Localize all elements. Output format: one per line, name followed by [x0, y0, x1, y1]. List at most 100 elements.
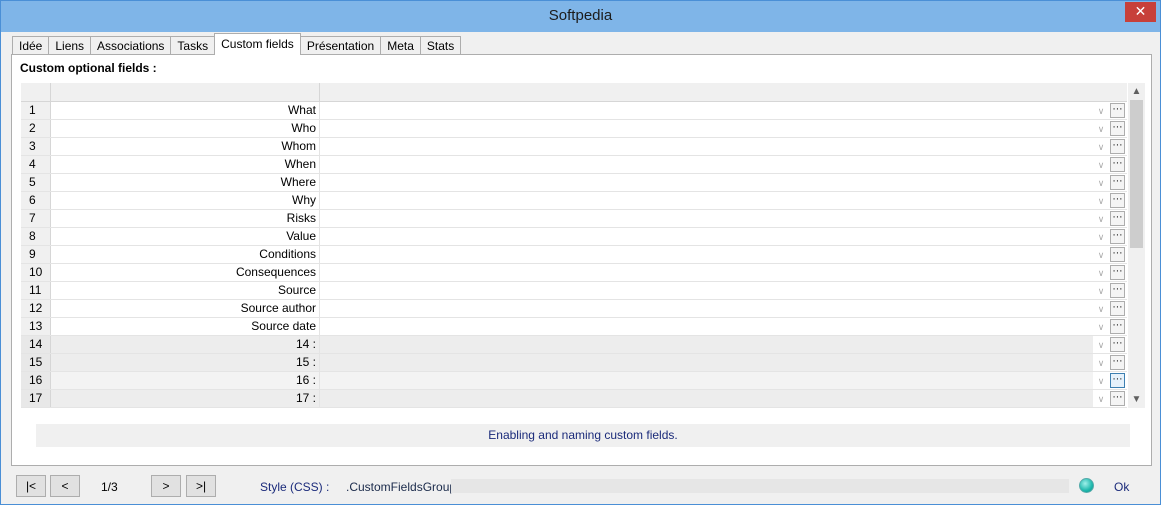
- field-value-cell[interactable]: [320, 228, 1093, 245]
- ellipsis-button[interactable]: ⋯: [1110, 301, 1125, 316]
- table-row[interactable]: 14 14 : ∨ ⋯: [21, 336, 1127, 354]
- table-row[interactable]: 5 Where ∨ ⋯: [21, 174, 1127, 192]
- vertical-scrollbar[interactable]: ▲ ▼: [1128, 83, 1145, 408]
- chevron-down-icon[interactable]: ▼: [1128, 391, 1145, 408]
- table-row[interactable]: 6 Why ∨ ⋯: [21, 192, 1127, 210]
- row-number[interactable]: 6: [21, 192, 51, 209]
- field-name-cell[interactable]: Why: [51, 192, 320, 209]
- tab-associations[interactable]: Associations: [90, 36, 172, 55]
- ellipsis-button[interactable]: ⋯: [1110, 319, 1125, 334]
- chevron-down-icon[interactable]: ∨: [1093, 157, 1109, 173]
- field-value-cell[interactable]: [320, 192, 1093, 209]
- table-row[interactable]: 8 Value ∨ ⋯: [21, 228, 1127, 246]
- ellipsis-button[interactable]: ⋯: [1110, 211, 1125, 226]
- field-value-cell[interactable]: [320, 264, 1093, 281]
- first-page-button[interactable]: |<: [16, 475, 46, 497]
- header-cell-name[interactable]: [51, 83, 320, 102]
- tab-stats[interactable]: Stats: [419, 36, 462, 55]
- row-number[interactable]: 10: [21, 264, 51, 281]
- close-button[interactable]: ✕: [1125, 2, 1156, 22]
- ellipsis-button[interactable]: ⋯: [1110, 193, 1125, 208]
- chevron-down-icon[interactable]: ∨: [1093, 265, 1109, 281]
- table-row[interactable]: 2 Who ∨ ⋯: [21, 120, 1127, 138]
- field-value-cell[interactable]: [320, 318, 1093, 335]
- row-number[interactable]: 1: [21, 102, 51, 119]
- chevron-down-icon[interactable]: ∨: [1093, 373, 1109, 389]
- field-value-cell[interactable]: [320, 336, 1093, 353]
- chevron-down-icon[interactable]: ∨: [1093, 355, 1109, 371]
- table-row[interactable]: 9 Conditions ∨ ⋯: [21, 246, 1127, 264]
- ellipsis-button[interactable]: ⋯: [1110, 355, 1125, 370]
- field-name-cell[interactable]: Value: [51, 228, 320, 245]
- tab-idee[interactable]: Idée: [12, 36, 50, 55]
- field-name-cell[interactable]: Whom: [51, 138, 320, 155]
- ellipsis-button[interactable]: ⋯: [1110, 391, 1125, 406]
- tab-meta[interactable]: Meta: [380, 36, 421, 55]
- table-row[interactable]: 3 Whom ∨ ⋯: [21, 138, 1127, 156]
- table-row[interactable]: 16 16 : ∨ ⋯: [21, 372, 1127, 390]
- chevron-down-icon[interactable]: ∨: [1093, 301, 1109, 317]
- style-css-value[interactable]: .CustomFieldsGroup: [346, 480, 456, 494]
- table-row[interactable]: 11 Source ∨ ⋯: [21, 282, 1127, 300]
- chevron-down-icon[interactable]: ∨: [1093, 121, 1109, 137]
- row-number[interactable]: 17: [21, 390, 51, 407]
- chevron-down-icon[interactable]: ∨: [1093, 229, 1109, 245]
- field-name-cell[interactable]: Who: [51, 120, 320, 137]
- row-number[interactable]: 14: [21, 336, 51, 353]
- field-value-cell[interactable]: [320, 174, 1093, 191]
- prev-page-button[interactable]: <: [50, 475, 80, 497]
- tab-tasks[interactable]: Tasks: [170, 36, 216, 55]
- ellipsis-button[interactable]: ⋯: [1110, 283, 1125, 298]
- ellipsis-button[interactable]: ⋯: [1110, 103, 1125, 118]
- row-number[interactable]: 7: [21, 210, 51, 227]
- ellipsis-button[interactable]: ⋯: [1110, 265, 1125, 280]
- table-row[interactable]: 4 When ∨ ⋯: [21, 156, 1127, 174]
- chevron-down-icon[interactable]: ∨: [1093, 319, 1109, 335]
- field-value-cell[interactable]: [320, 282, 1093, 299]
- chevron-down-icon[interactable]: ∨: [1093, 103, 1109, 119]
- ellipsis-button[interactable]: ⋯: [1110, 373, 1125, 388]
- table-row[interactable]: 15 15 : ∨ ⋯: [21, 354, 1127, 372]
- row-number[interactable]: 12: [21, 300, 51, 317]
- chevron-down-icon[interactable]: ∨: [1093, 193, 1109, 209]
- chevron-down-icon[interactable]: ∨: [1093, 337, 1109, 353]
- chevron-down-icon[interactable]: ∨: [1093, 139, 1109, 155]
- chevron-down-icon[interactable]: ∨: [1093, 283, 1109, 299]
- tab-presentation[interactable]: Présentation: [299, 36, 382, 55]
- field-value-cell[interactable]: [320, 156, 1093, 173]
- row-number[interactable]: 15: [21, 354, 51, 371]
- field-value-cell[interactable]: [320, 372, 1093, 389]
- field-value-cell[interactable]: [320, 390, 1093, 407]
- field-name-cell[interactable]: When: [51, 156, 320, 173]
- row-number[interactable]: 11: [21, 282, 51, 299]
- scroll-thumb[interactable]: [1130, 100, 1143, 248]
- table-row[interactable]: 12 Source author ∨ ⋯: [21, 300, 1127, 318]
- row-number[interactable]: 8: [21, 228, 51, 245]
- chevron-down-icon[interactable]: ∨: [1093, 175, 1109, 191]
- field-value-cell[interactable]: [320, 138, 1093, 155]
- table-row[interactable]: 13 Source date ∨ ⋯: [21, 318, 1127, 336]
- field-name-cell[interactable]: Source author: [51, 300, 320, 317]
- field-value-cell[interactable]: [320, 102, 1093, 119]
- field-name-cell[interactable]: Source date: [51, 318, 320, 335]
- field-name-cell[interactable]: Conditions: [51, 246, 320, 263]
- field-value-cell[interactable]: [320, 354, 1093, 371]
- chevron-down-icon[interactable]: ∨: [1093, 211, 1109, 227]
- ellipsis-button[interactable]: ⋯: [1110, 175, 1125, 190]
- tab-custom-fields[interactable]: Custom fields: [214, 33, 301, 55]
- field-value-cell[interactable]: [320, 246, 1093, 263]
- header-cell-value[interactable]: [320, 83, 1127, 102]
- row-number[interactable]: 3: [21, 138, 51, 155]
- field-value-cell[interactable]: [320, 300, 1093, 317]
- ellipsis-button[interactable]: ⋯: [1110, 247, 1125, 262]
- table-row[interactable]: 10 Consequences ∨ ⋯: [21, 264, 1127, 282]
- last-page-button[interactable]: >|: [186, 475, 216, 497]
- table-row[interactable]: 7 Risks ∨ ⋯: [21, 210, 1127, 228]
- ellipsis-button[interactable]: ⋯: [1110, 229, 1125, 244]
- field-name-cell[interactable]: Consequences: [51, 264, 320, 281]
- row-number[interactable]: 2: [21, 120, 51, 137]
- ellipsis-button[interactable]: ⋯: [1110, 121, 1125, 136]
- table-row[interactable]: 1 What ∨ ⋯: [21, 102, 1127, 120]
- tab-liens[interactable]: Liens: [48, 36, 92, 55]
- field-name-cell[interactable]: What: [51, 102, 320, 119]
